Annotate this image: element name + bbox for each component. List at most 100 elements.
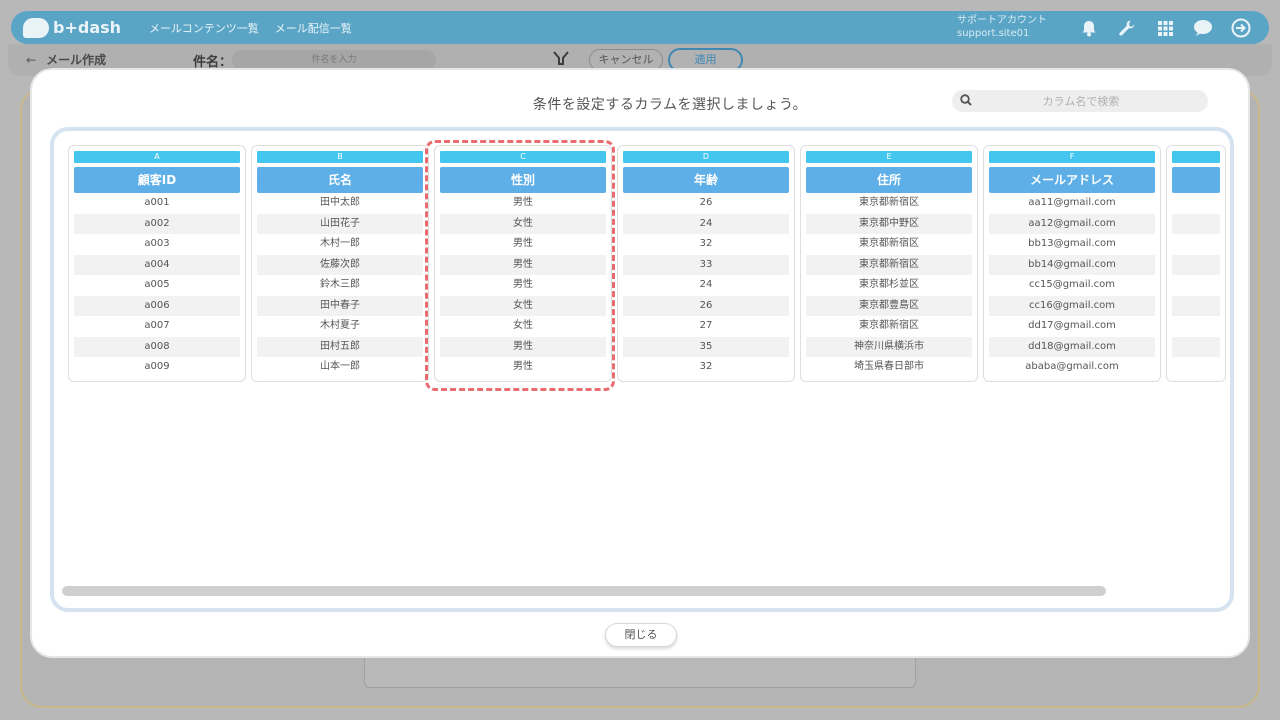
column-value [1172, 193, 1220, 214]
page-title: メール作成 [46, 51, 107, 70]
column-value: bb14@gmail.com [989, 254, 1155, 275]
chat-icon[interactable] [1191, 18, 1215, 38]
account-site: support.site01 [957, 28, 1030, 39]
column-letter: A [74, 151, 240, 163]
wrench-icon[interactable] [1115, 18, 1139, 38]
column-value: a003 [144, 238, 170, 249]
column-letter: B [257, 151, 423, 163]
column-value: a008 [74, 336, 240, 357]
column-card-partial[interactable] [1166, 145, 1226, 382]
subject-input[interactable]: 件名を入力 [232, 50, 436, 70]
column-value: 26 [623, 295, 789, 316]
column-value [1172, 234, 1220, 255]
column-value [1172, 336, 1220, 357]
column-value: 田村五郎 [257, 336, 423, 357]
column-value [1172, 295, 1220, 316]
column-search[interactable] [952, 90, 1208, 112]
column-letter: F [989, 151, 1155, 163]
column-value: 女性 [440, 213, 606, 234]
column-name: 年齢 [623, 167, 789, 193]
column-value: 東京都中野区 [806, 213, 972, 234]
column-value: 木村夏子 [320, 320, 360, 331]
filter-icon[interactable] [553, 51, 569, 69]
column-value: 鈴木三郎 [320, 279, 360, 290]
column-value: 男性 [513, 361, 533, 372]
column-letter: D [623, 151, 789, 163]
column-value: dd18@gmail.com [989, 336, 1155, 357]
column-name: 顧客ID [74, 167, 240, 193]
bell-icon[interactable] [1077, 18, 1101, 38]
account-info[interactable]: サポートアカウント support.site01 [957, 14, 1047, 40]
back-arrow-icon[interactable]: ← [26, 53, 36, 67]
column-value: 女性 [440, 295, 606, 316]
column-value: 東京都新宿区 [859, 238, 919, 249]
column-card-b[interactable]: B 氏名 田中太郎 山田花子 木村一郎 佐藤次郎 鈴木三郎 田中春子 木村夏子 田村五郎 山本一郎 [251, 145, 429, 382]
column-value: 35 [623, 336, 789, 357]
column-value: a004 [74, 254, 240, 275]
column-value: 27 [699, 320, 713, 331]
column-value: 山本一郎 [320, 361, 360, 372]
nav-mail-delivery[interactable]: メール配信一覧 [275, 20, 352, 36]
column-value: a007 [144, 320, 170, 331]
nav-mail-contents[interactable]: メールコンテンツ一覧 [149, 20, 259, 36]
column-value [1172, 316, 1220, 337]
column-value: 佐藤次郎 [257, 254, 423, 275]
column-value: 33 [623, 254, 789, 275]
column-name: 氏名 [257, 167, 423, 193]
column-value: a009 [144, 361, 170, 372]
column-list-area: A 顧客ID a001 a002 a003 a004 a005 a006 a007 a008 a00… [50, 127, 1234, 612]
column-name: 住所 [806, 167, 972, 193]
logo-text: b+dash [53, 18, 122, 37]
column-value: 男性 [513, 238, 533, 249]
column-value: ababa@gmail.com [1025, 361, 1119, 372]
column-value: aa12@gmail.com [989, 213, 1155, 234]
column-letter [1172, 151, 1220, 163]
logout-icon[interactable] [1229, 18, 1253, 38]
grid-icon[interactable] [1153, 18, 1177, 38]
horizontal-scrollbar[interactable] [62, 586, 1106, 596]
column-card-d[interactable]: D 年齢 26 24 32 33 24 26 27 35 32 [617, 145, 795, 382]
column-card-f[interactable]: F メールアドレス aa11@gmail.com aa12@gmail.com bb13… [983, 145, 1161, 382]
column-card-c[interactable]: C 性別 男性 女性 男性 男性 男性 女性 女性 男性 男性 [425, 140, 615, 391]
column-value: 男性 [440, 254, 606, 275]
column-value: a006 [74, 295, 240, 316]
column-name: 性別 [440, 167, 606, 193]
column-value [1172, 213, 1220, 234]
column-value: a001 [144, 197, 170, 208]
column-value: cc16@gmail.com [989, 295, 1155, 316]
column-value: 32 [699, 238, 713, 249]
column-value: 男性 [513, 279, 533, 290]
column-value: 女性 [513, 320, 533, 331]
column-value: a002 [74, 213, 240, 234]
column-value: 木村一郎 [320, 238, 360, 249]
column-letter: C [440, 151, 606, 163]
column-value: 東京都新宿区 [859, 197, 919, 208]
column-value: 男性 [513, 197, 533, 208]
column-select-modal: 条件を設定するカラムを選択しましょう。 A顧客IDa001a002a003a00… [30, 68, 1250, 658]
column-value: aa11@gmail.com [1028, 197, 1116, 208]
search-icon [960, 93, 972, 109]
column-name [1172, 167, 1220, 193]
column-card-a[interactable]: A 顧客ID a001 a002 a003 a004 a005 a006 a007 a008 a00… [68, 145, 246, 382]
column-value: 26 [699, 197, 713, 208]
header-icons [1077, 18, 1253, 38]
column-card-e[interactable]: E 住所 東京都新宿区 東京都中野区 東京都新宿区 東京都新宿区 東京都杉並区 東京都豊島区東… [800, 145, 978, 382]
column-value: cc15@gmail.com [1028, 279, 1116, 290]
column-value: bb13@gmail.com [1028, 238, 1116, 249]
logo[interactable]: b+dash [23, 17, 133, 38]
column-value [1172, 254, 1220, 275]
column-value [1172, 275, 1220, 296]
column-value: 東京都新宿区 [806, 254, 972, 275]
column-value: 東京都豊島区 [806, 295, 972, 316]
column-value: 32 [699, 361, 713, 372]
column-value: 田中春子 [257, 295, 423, 316]
column-search-input[interactable] [972, 94, 1190, 108]
column-value: 男性 [440, 336, 606, 357]
account-label: サポートアカウント [957, 15, 1047, 26]
app-header: b+dash メールコンテンツ一覧 メール配信一覧 サポートアカウント supp… [11, 11, 1269, 44]
column-track: A 顧客ID a001 a002 a003 a004 a005 a006 a007 a008 a00… [68, 140, 1226, 391]
column-value [1172, 357, 1220, 378]
column-letter: E [806, 151, 972, 163]
column-value: 山田花子 [257, 213, 423, 234]
close-button[interactable]: 閉じる [605, 623, 677, 647]
